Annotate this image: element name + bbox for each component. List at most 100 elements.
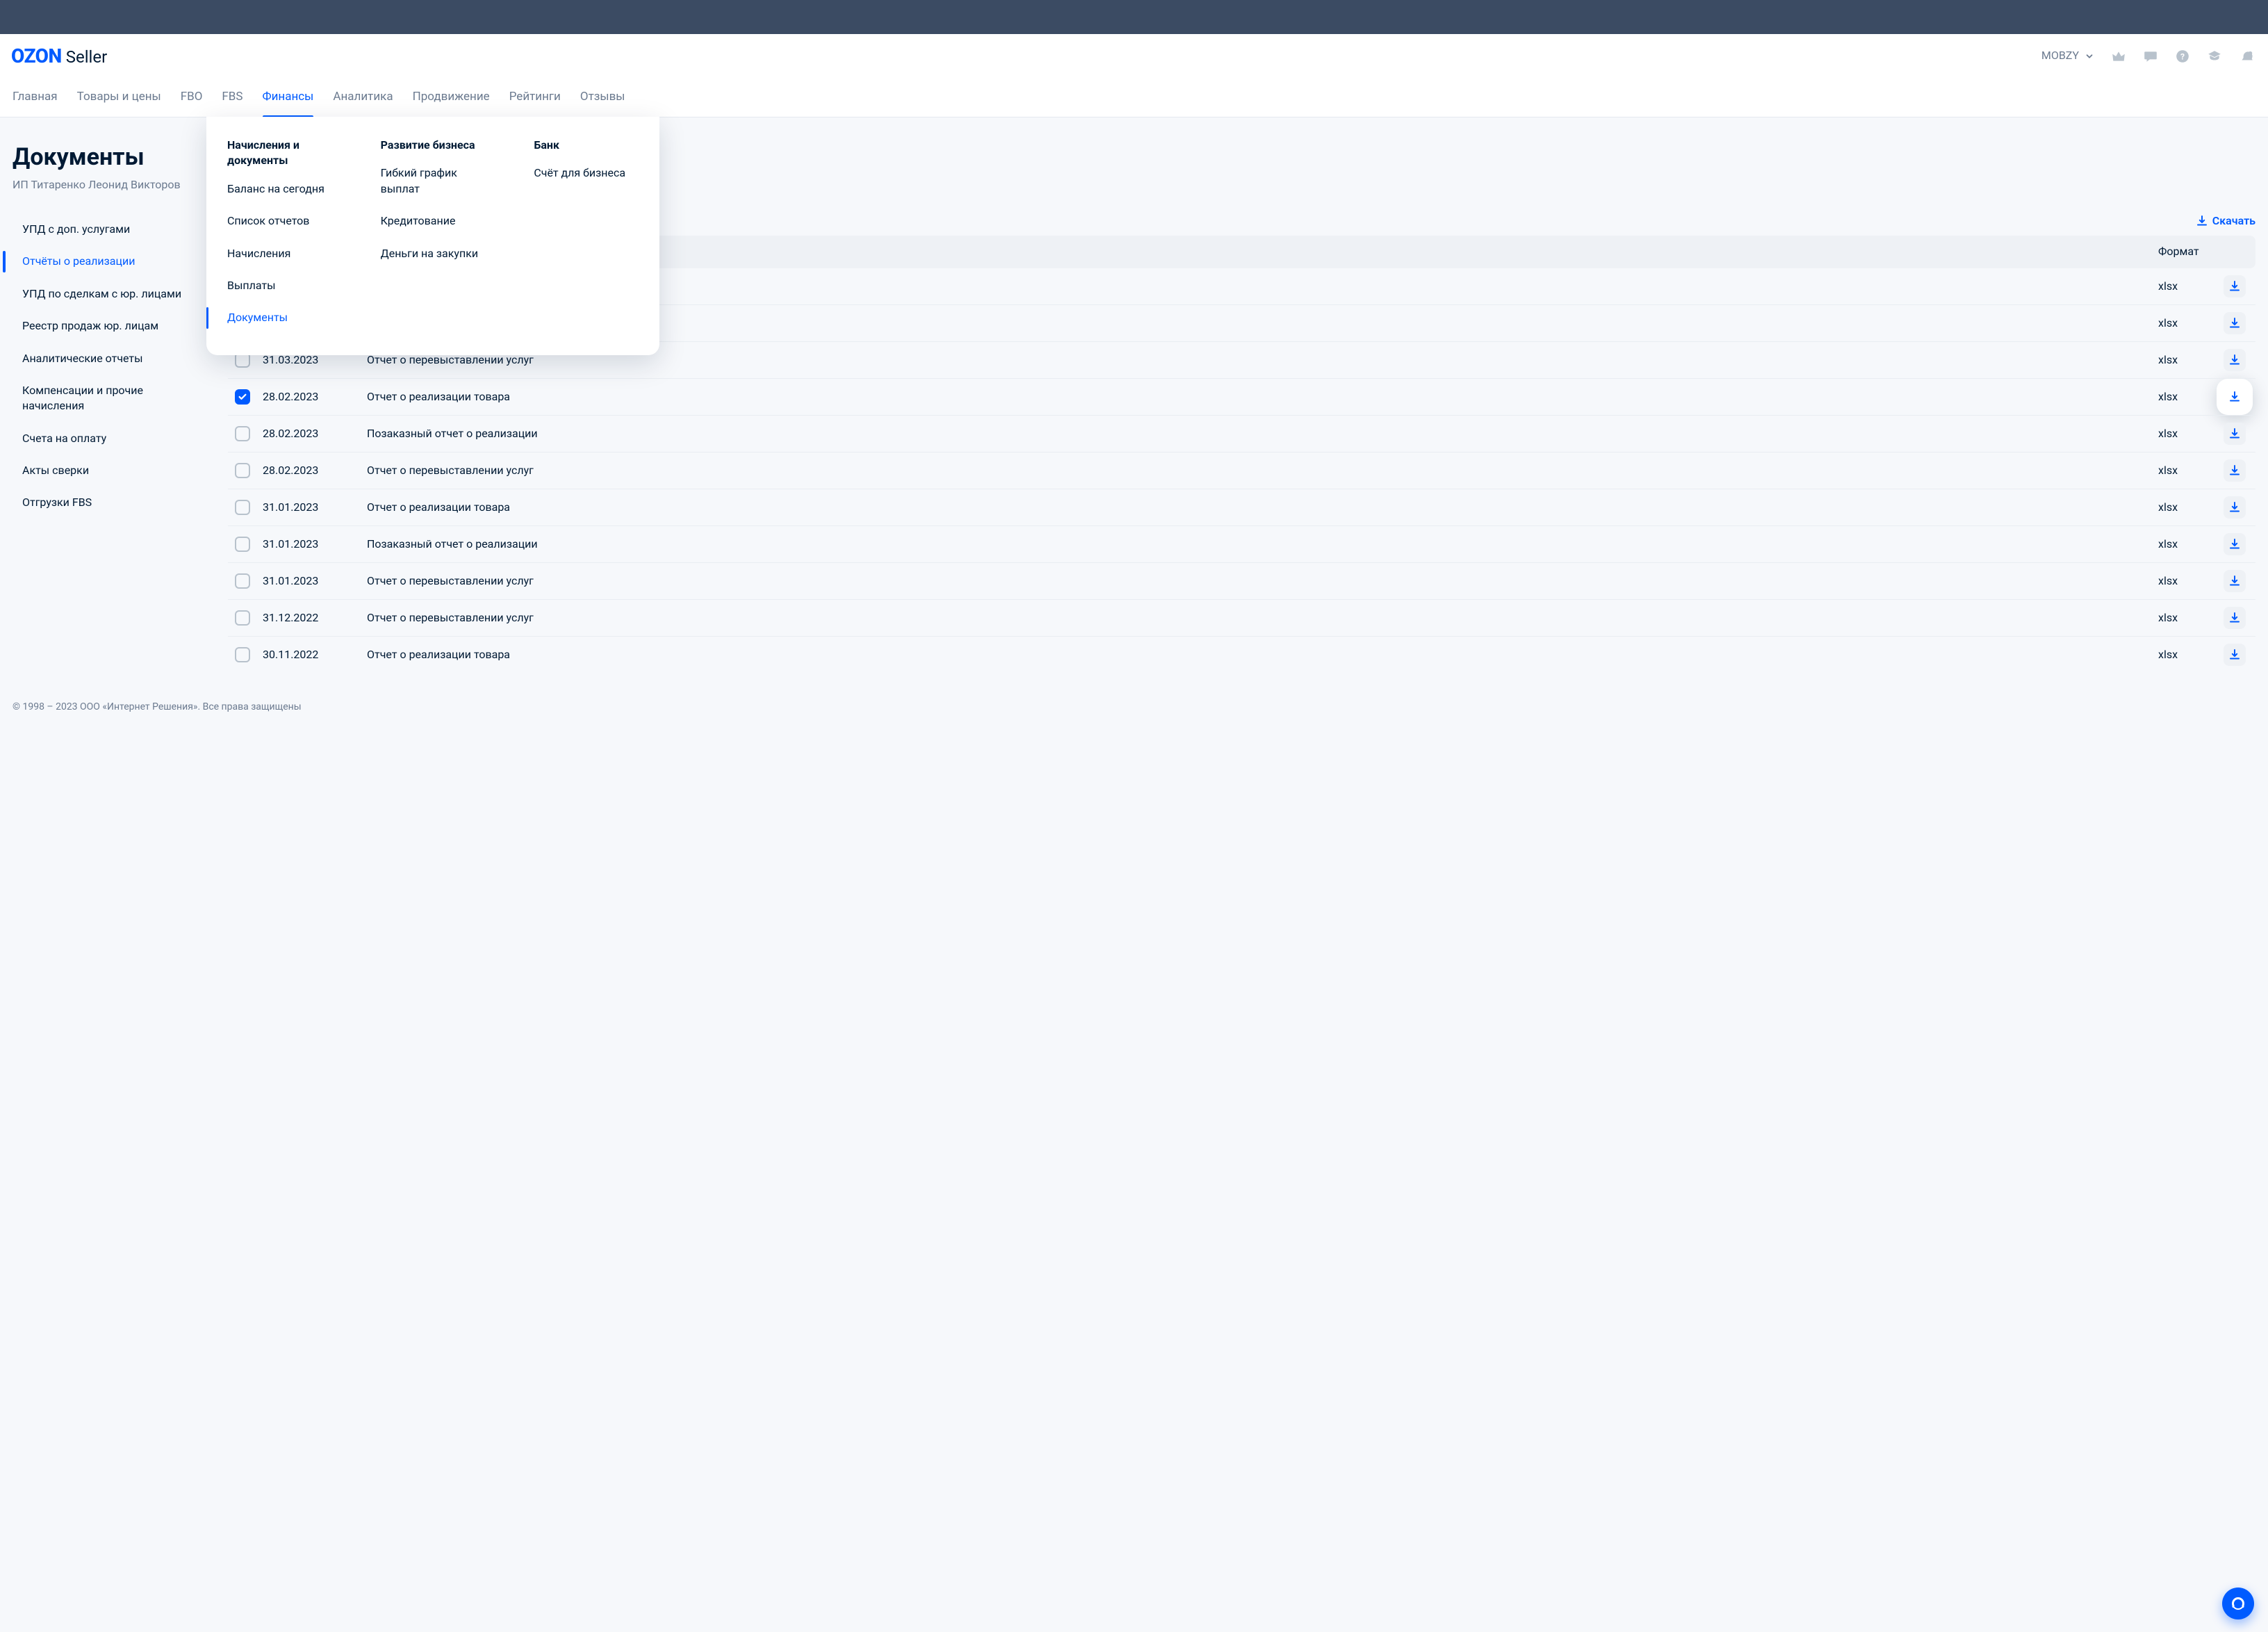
submenu-accruals[interactable]: Начисления [206, 238, 353, 270]
announce-icon[interactable] [2239, 49, 2254, 64]
nav-fbo[interactable]: FBO [181, 79, 203, 117]
chat-icon[interactable] [2143, 49, 2158, 64]
submenu-balance[interactable]: Баланс на сегодня [206, 173, 353, 205]
nav-analytics[interactable]: Аналитика [333, 79, 393, 117]
sidebar-item-sales-reports[interactable]: Отчёты о реализации [13, 245, 207, 277]
row-format: xlsx [2158, 352, 2221, 368]
account-name: MOBZY [2041, 48, 2079, 63]
row-format: xlsx [2158, 279, 2221, 294]
row-download-cell [2221, 312, 2249, 334]
submenu-money[interactable]: Деньги на закупки [360, 238, 507, 270]
crown-icon[interactable] [2111, 49, 2126, 64]
download-icon [2196, 215, 2208, 227]
row-download-cell [2221, 644, 2249, 666]
download-icon [2228, 280, 2241, 293]
row-check-cell [235, 389, 263, 405]
sidebar-item-reconciliation[interactable]: Акты сверки [13, 455, 207, 487]
row-name: Позаказный отчет о реализации [367, 426, 2158, 441]
download-icon [2228, 575, 2241, 587]
account-selector[interactable]: MOBZY [2041, 48, 2094, 63]
table-row: 28.02.2023Позаказный отчет о реализацииx… [228, 416, 2255, 452]
nav-finance[interactable]: Финансы [263, 79, 314, 117]
row-date: 31.01.2023 [263, 500, 367, 515]
sidebar-item-upd-legal[interactable]: УПД по сделкам с юр. лицами [13, 278, 207, 310]
sidebar-item-invoices[interactable]: Счета на оплату [13, 423, 207, 455]
row-download-button[interactable] [2224, 496, 2246, 519]
table-row: 31.01.2023Отчет о реализации товараxlsx [228, 489, 2255, 526]
submenu-flex-payout[interactable]: Гибкий график выплат [360, 157, 507, 205]
submenu-credit[interactable]: Кредитование [360, 205, 507, 237]
row-download-button[interactable] [2224, 312, 2246, 334]
sidebar-item-legal-registry[interactable]: Реестр продаж юр. лицам [13, 310, 207, 342]
submenu-bank[interactable]: Счёт для бизнеса [513, 157, 659, 189]
row-download-button[interactable] [2224, 644, 2246, 666]
table-row: 30.11.2022Отчет о реализации товараxlsx [228, 637, 2255, 673]
row-download-cell [2221, 496, 2249, 519]
row-checkbox[interactable] [235, 463, 250, 478]
top-banner [0, 0, 2268, 34]
row-download-button[interactable] [2224, 386, 2246, 408]
row-date: 31.01.2023 [263, 573, 367, 589]
row-date: 31.01.2023 [263, 537, 367, 552]
support-fab[interactable] [2222, 1588, 2254, 1619]
navbar: Главная Товары и цены FBO FBS Финансы Ан… [0, 79, 2268, 117]
row-download-button[interactable] [2224, 533, 2246, 555]
sidebar-item-compensations[interactable]: Компенсации и прочие начисления [13, 375, 207, 423]
submenu-documents[interactable]: Документы [206, 302, 353, 334]
sidebar-item-fbs-shipments[interactable]: Отгрузки FBS [13, 487, 207, 519]
submenu-head-3: Банк [513, 138, 659, 157]
table-row: 31.01.2023Позаказный отчет о реализацииx… [228, 526, 2255, 563]
row-download-button[interactable] [2224, 607, 2246, 629]
row-download-button[interactable] [2224, 423, 2246, 445]
finance-submenu: Начисления и документы Баланс на сегодня… [206, 117, 659, 355]
submenu-payouts[interactable]: Выплаты [206, 270, 353, 302]
row-check-cell [235, 426, 263, 441]
logo[interactable]: OZON Seller [11, 42, 107, 70]
nav-reviews[interactable]: Отзывы [580, 79, 625, 117]
row-checkbox[interactable] [235, 389, 250, 405]
row-check-cell [235, 647, 263, 662]
row-checkbox[interactable] [235, 647, 250, 662]
download-all-label: Скачать [2212, 213, 2255, 229]
download-all-button[interactable]: Скачать [2196, 213, 2255, 229]
download-icon [2228, 354, 2241, 366]
row-download-button[interactable] [2224, 459, 2246, 482]
row-download-button[interactable] [2224, 275, 2246, 297]
sidebar-item-analytic-reports[interactable]: Аналитические отчеты [13, 343, 207, 375]
row-download-button[interactable] [2224, 570, 2246, 592]
download-icon [2228, 391, 2241, 403]
row-checkbox[interactable] [235, 426, 250, 441]
row-download-cell [2221, 349, 2249, 371]
row-checkbox[interactable] [235, 610, 250, 626]
download-icon [2228, 317, 2241, 329]
download-icon [2228, 648, 2241, 661]
row-name: Позаказный отчет о реализации [367, 537, 2158, 552]
help-icon[interactable] [2175, 49, 2190, 64]
row-checkbox[interactable] [235, 500, 250, 515]
row-date: 28.02.2023 [263, 426, 367, 441]
row-name: Отчет о перевыставлении услуг [367, 463, 2158, 478]
table-row: 31.01.2023Отчет о перевыставлении услугx… [228, 563, 2255, 600]
row-checkbox[interactable] [235, 573, 250, 589]
row-format: xlsx [2158, 647, 2221, 662]
header: OZON Seller MOBZY [0, 34, 2268, 79]
row-name: Отчет о перевыставлении услуг [367, 610, 2158, 626]
row-download-cell [2221, 607, 2249, 629]
submenu-reports[interactable]: Список отчетов [206, 205, 353, 237]
sidebar-item-upd-extra[interactable]: УПД с доп. услугами [13, 213, 207, 245]
nav-fbs[interactable]: FBS [222, 79, 243, 117]
submenu-head-1: Начисления и документы [206, 138, 353, 173]
row-checkbox[interactable] [235, 537, 250, 552]
row-format: xlsx [2158, 389, 2221, 405]
download-icon [2228, 501, 2241, 514]
logo-sub: Seller [66, 46, 108, 70]
nav-main[interactable]: Главная [13, 79, 58, 117]
academy-icon[interactable] [2207, 49, 2222, 64]
row-download-button[interactable] [2224, 349, 2246, 371]
row-download-cell [2221, 423, 2249, 445]
row-download-cell [2221, 386, 2249, 408]
nav-products[interactable]: Товары и цены [77, 79, 161, 117]
nav-promo[interactable]: Продвижение [413, 79, 490, 117]
nav-ratings[interactable]: Рейтинги [509, 79, 561, 117]
row-date: 30.11.2022 [263, 647, 367, 662]
